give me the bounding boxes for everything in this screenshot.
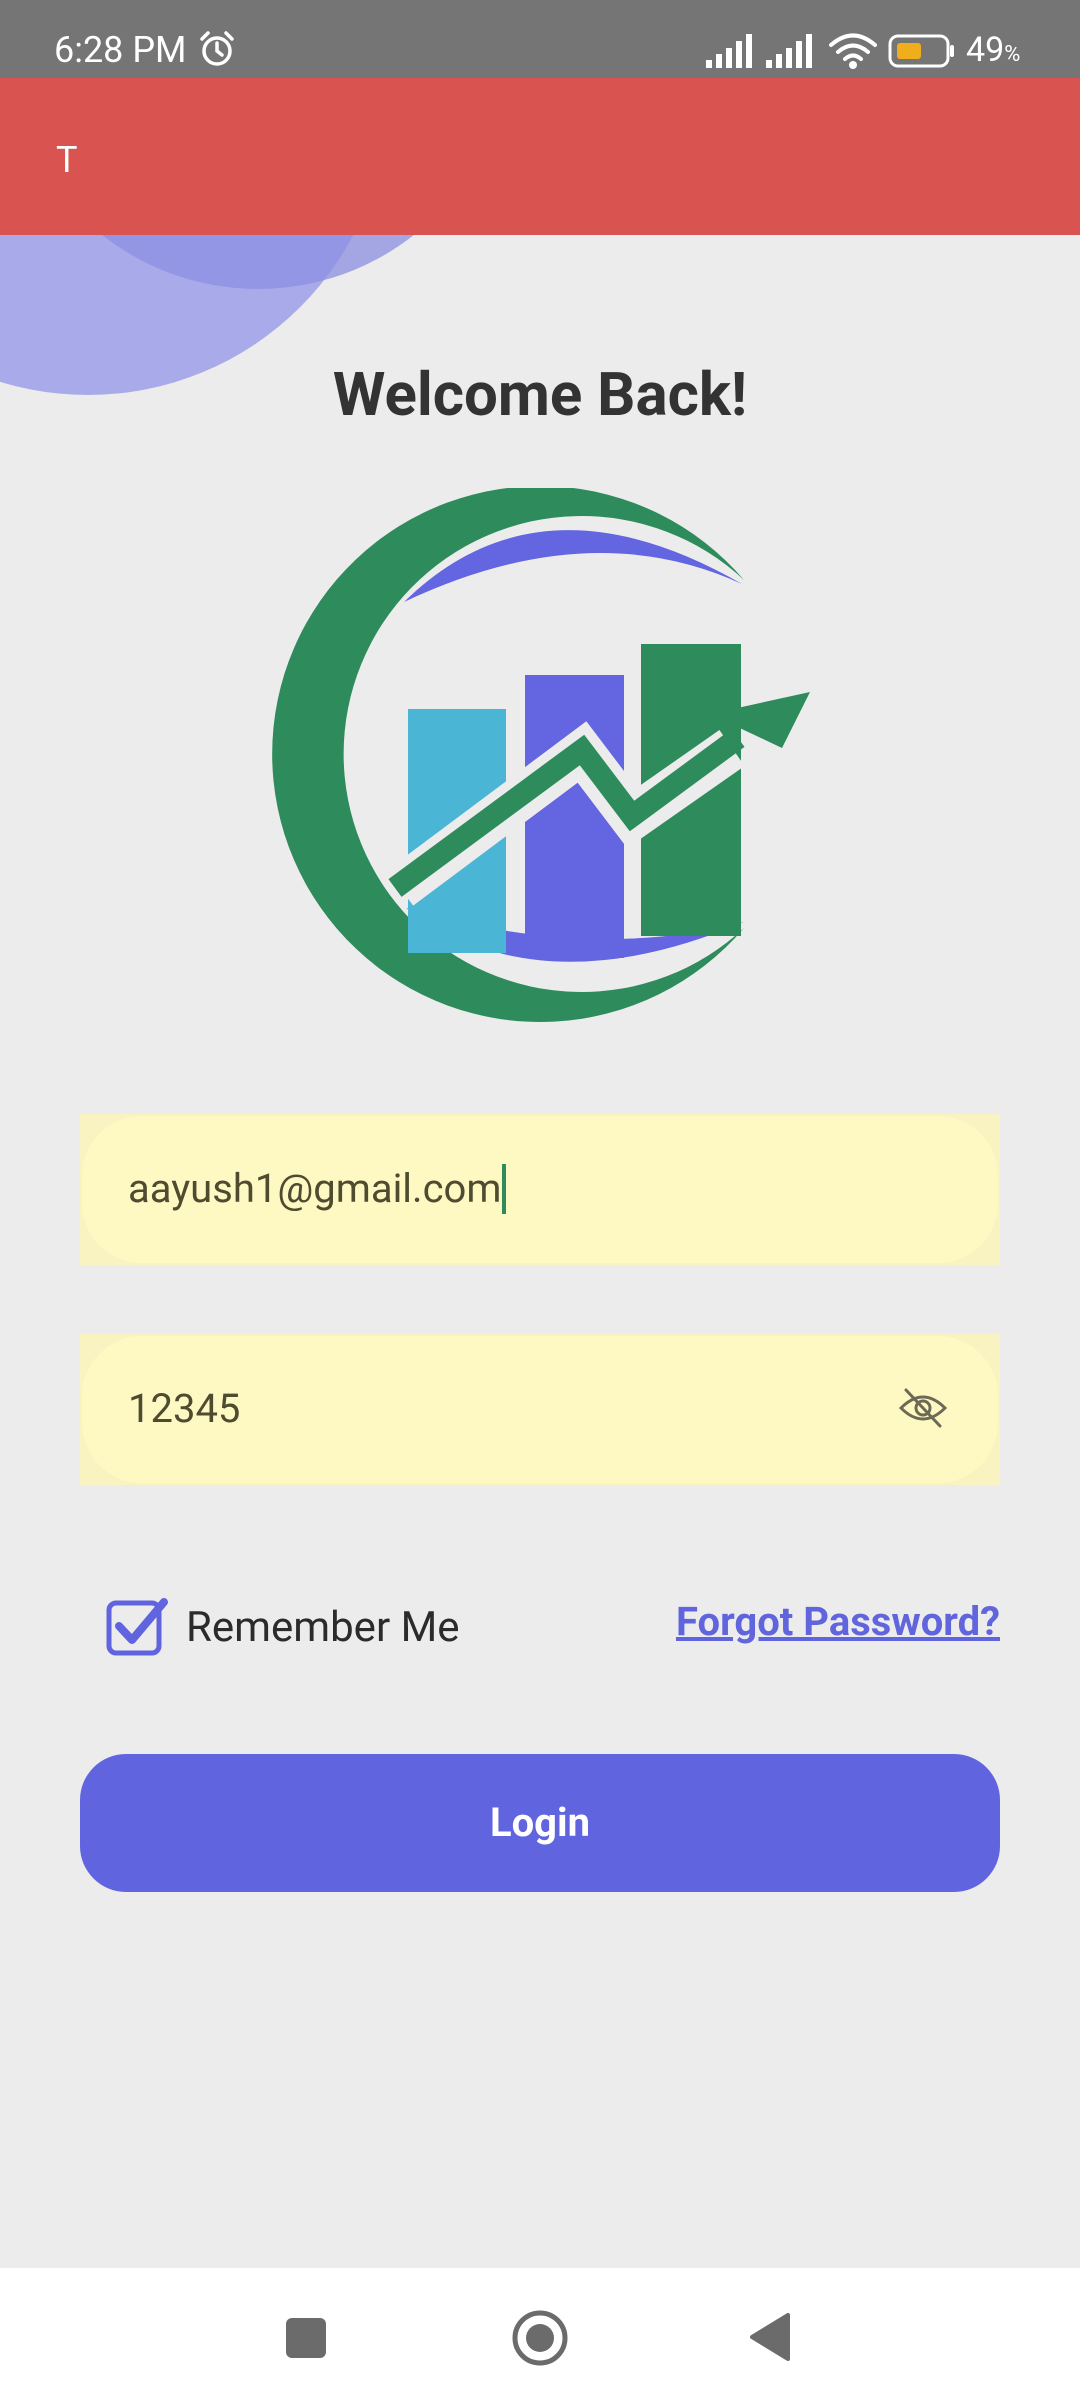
app-logo <box>272 488 810 1022</box>
signal-icon <box>706 34 756 72</box>
signal-icon <box>766 34 816 72</box>
app-bar: T <box>0 78 1080 235</box>
checkbox-checked-icon[interactable] <box>106 1596 168 1660</box>
alarm-icon <box>198 30 236 72</box>
text-cursor <box>502 1164 507 1214</box>
status-bar: 6:28 PM 49% <box>0 0 1080 78</box>
email-field[interactable]: aayush1@gmail.com <box>80 1114 1000 1265</box>
eye-off-icon[interactable] <box>898 1386 948 1434</box>
battery-icon <box>888 34 958 72</box>
email-input[interactable]: aayush1@gmail.com <box>128 1164 507 1214</box>
status-time: 6:28 PM <box>54 29 187 71</box>
back-icon[interactable] <box>748 2312 792 2366</box>
password-input[interactable]: 12345 <box>128 1384 240 1434</box>
login-button[interactable]: Login <box>80 1754 1000 1892</box>
recents-icon[interactable] <box>286 2318 326 2362</box>
home-icon[interactable] <box>510 2308 570 2372</box>
forgot-password-link[interactable]: Forgot Password? <box>676 1596 1000 1648</box>
battery-percent: 49% <box>966 30 1021 70</box>
system-nav-bar <box>0 2268 1080 2400</box>
remember-me-label: Remember Me <box>186 1603 460 1652</box>
app-bar-title: T <box>56 139 78 181</box>
wifi-icon <box>828 32 878 74</box>
password-field[interactable]: 12345 <box>80 1334 1000 1485</box>
page-title: Welcome Back! <box>332 359 748 430</box>
